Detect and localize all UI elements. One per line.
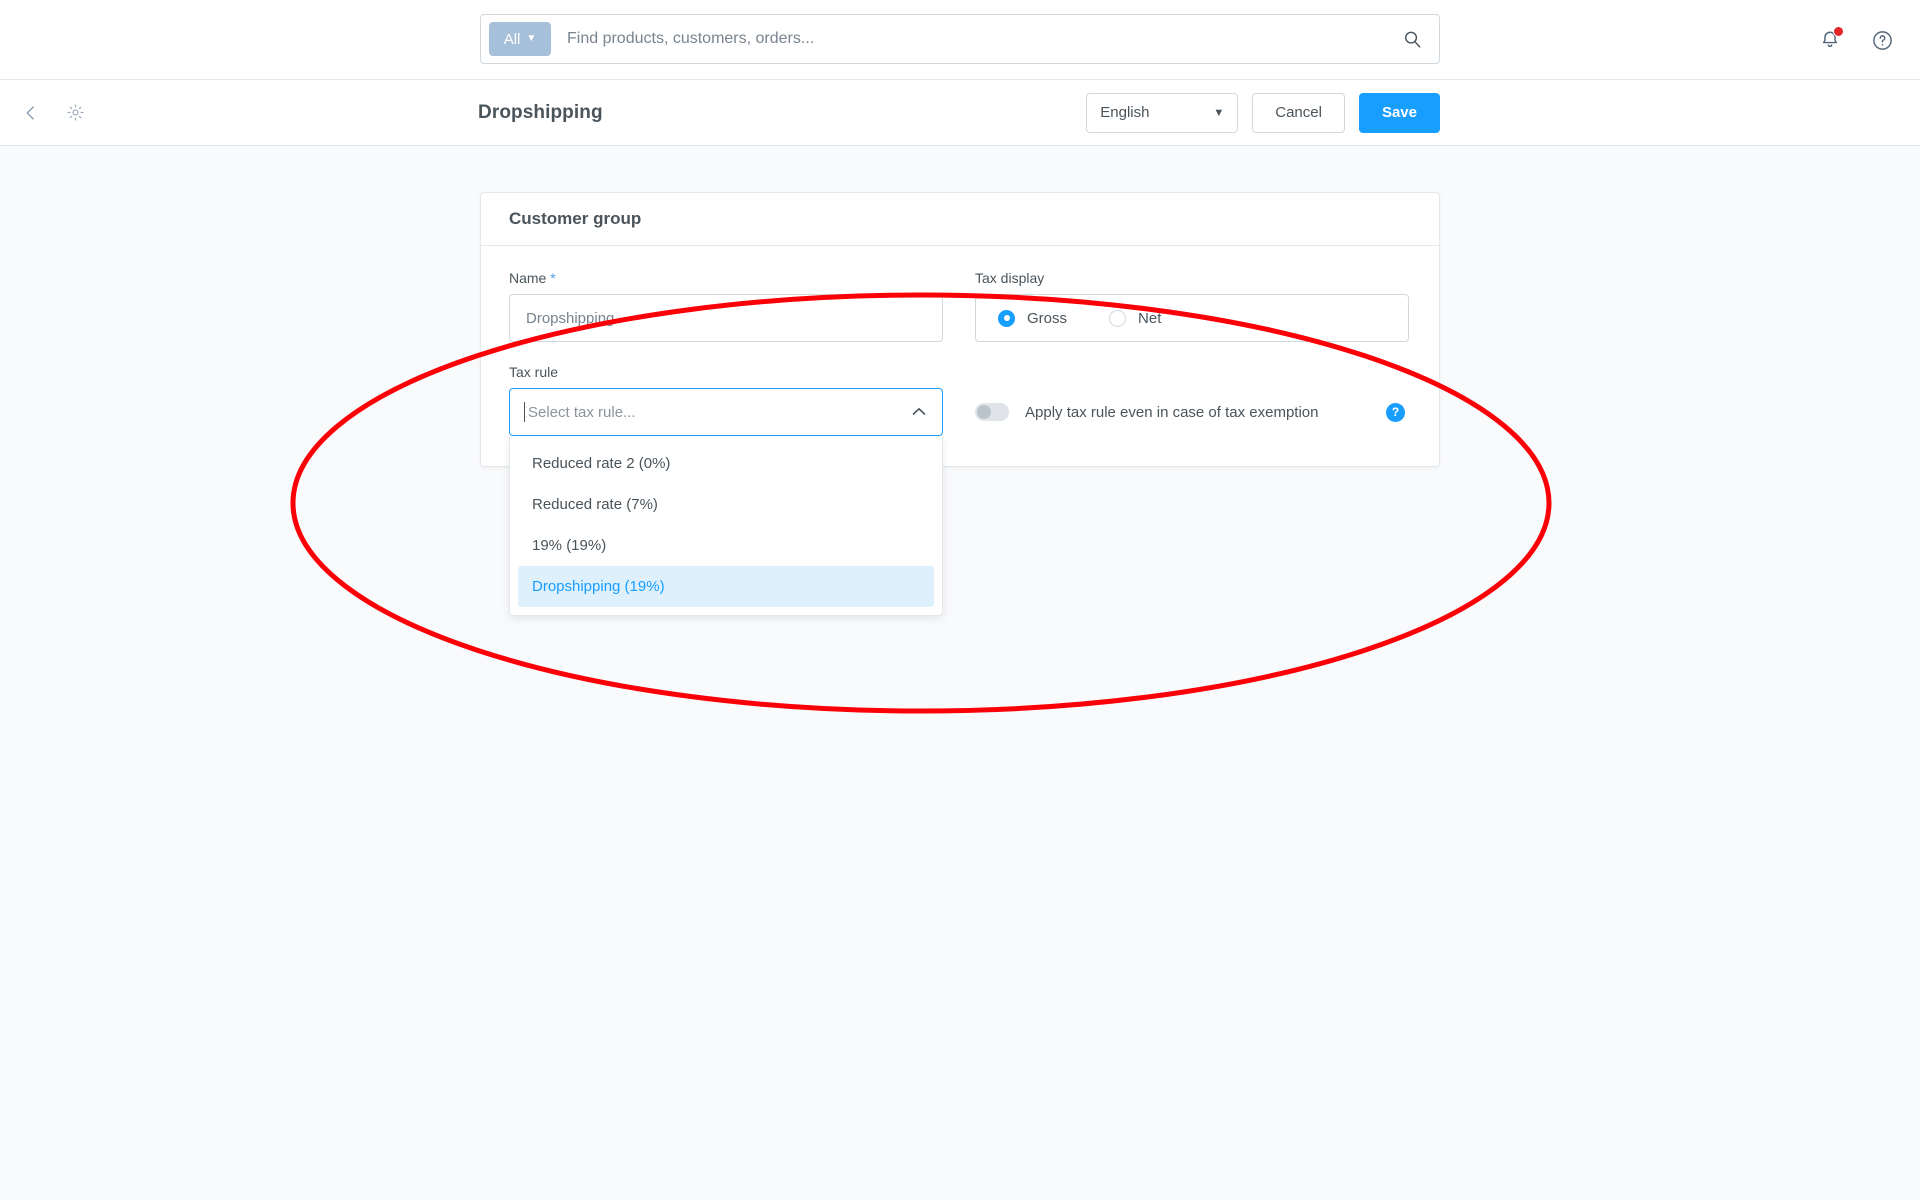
tax-display-options: Gross Net	[975, 294, 1409, 342]
customer-group-card: Customer group Name * Tax display	[480, 192, 1440, 616]
search-input[interactable]	[567, 30, 1399, 48]
global-search[interactable]: All ▼	[480, 14, 1440, 64]
bell-icon[interactable]	[1814, 24, 1846, 56]
tax-rule-option-2[interactable]: 19% (19%)	[518, 525, 934, 566]
text-caret	[524, 401, 525, 422]
name-field-group: Name *	[509, 270, 943, 342]
radio-option-net[interactable]: Net	[1109, 309, 1162, 327]
card-header: Customer group	[481, 193, 1439, 246]
topbar-actions	[1814, 0, 1898, 80]
search-icon[interactable]	[1399, 26, 1425, 52]
app-root: All ▼ Find products, customers, orders..…	[0, 0, 1920, 1200]
question-mark-icon[interactable]: ?	[1386, 402, 1405, 422]
radio-label-net: Net	[1138, 309, 1162, 327]
required-marker: *	[550, 270, 556, 286]
radio-option-gross[interactable]: Gross	[998, 309, 1068, 327]
tax-exemption-group: Apply tax rule even in case of tax exemp…	[975, 364, 1409, 436]
radio-icon-net	[1109, 309, 1127, 327]
smart-bar-actions: English ▼ Cancel Save	[1086, 92, 1440, 133]
tax-exemption-label: Apply tax rule even in case of tax exemp…	[1025, 403, 1319, 421]
radio-icon-gross	[998, 309, 1015, 327]
search-scope-label: All	[503, 30, 521, 48]
smart-bar: Dropshipping English ▼ Cancel Save	[0, 80, 1920, 146]
tax-rule-select-wrap: Select tax rule... Reduced rate 2 (0%) R…	[509, 388, 943, 616]
content-area: Customer group Name * Tax display	[0, 146, 1920, 1200]
global-topbar: All ▼	[0, 0, 1920, 80]
form-grid: Name * Tax display Gross	[509, 270, 1411, 616]
smart-bar-left	[18, 100, 88, 126]
language-switch-label: English	[1100, 104, 1150, 121]
tax-rule-option-0[interactable]: Reduced rate 2 (0%)	[518, 443, 934, 484]
tax-exemption-toggle[interactable]	[975, 403, 1009, 421]
chevron-up-icon[interactable]	[912, 406, 926, 418]
toggle-knob	[977, 405, 991, 419]
gear-icon[interactable]	[62, 100, 88, 126]
tax-rule-group: Tax rule Select tax rule... Reduced rate…	[509, 364, 943, 616]
chevron-left-icon[interactable]	[18, 100, 44, 126]
tax-display-group: Tax display Gross Net	[975, 270, 1409, 342]
tax-rule-option-1[interactable]: Reduced rate (7%)	[518, 484, 934, 525]
tax-rule-placeholder-text: Select tax rule...	[528, 403, 636, 421]
language-switch[interactable]: English ▼	[1086, 92, 1239, 133]
card-body: Name * Tax display Gross	[481, 246, 1439, 616]
search-scope-selector[interactable]: All ▼	[489, 22, 551, 56]
card-title: Customer group	[509, 209, 642, 228]
tax-rule-select[interactable]: Select tax rule...	[509, 388, 943, 436]
chevron-down-icon: ▼	[526, 33, 537, 44]
tax-rule-placeholder: Select tax rule...	[524, 401, 636, 422]
tax-exemption-row: Apply tax rule even in case of tax exemp…	[975, 388, 1409, 436]
name-input[interactable]	[509, 294, 943, 342]
page-title: Dropshipping	[478, 101, 603, 123]
notification-badge	[1833, 26, 1844, 37]
name-label-text: Name	[509, 270, 547, 286]
tax-rule-label: Tax rule	[509, 364, 559, 380]
question-circle-icon[interactable]	[1866, 24, 1898, 56]
cancel-button[interactable]: Cancel	[1252, 92, 1345, 133]
radio-label-gross: Gross	[1027, 309, 1068, 327]
save-button[interactable]: Save	[1358, 92, 1440, 133]
tax-display-label: Tax display	[975, 270, 1045, 286]
tax-rule-option-3[interactable]: Dropshipping (19%)	[518, 566, 934, 607]
tax-rule-dropdown: Reduced rate 2 (0%) Reduced rate (7%) 19…	[509, 437, 943, 616]
chevron-down-icon: ▼	[1213, 106, 1225, 119]
name-field-label: Name *	[509, 270, 943, 286]
